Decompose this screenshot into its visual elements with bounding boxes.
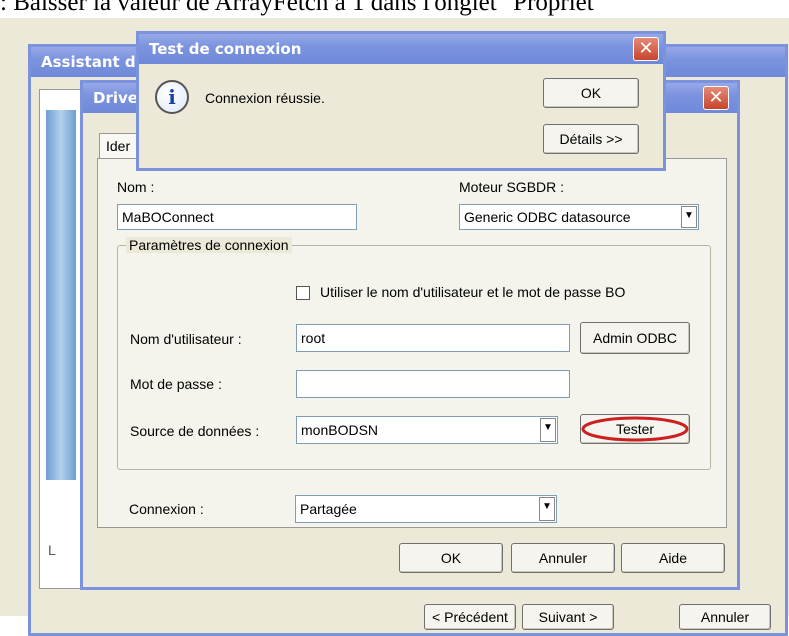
wizard-content-panel: L: [39, 89, 83, 589]
connection-label: Connexion :: [129, 501, 204, 517]
name-input[interactable]: MaBOConnect: [117, 204, 357, 230]
connection-params-group: Paramètres de connexion Utiliser le nom …: [117, 237, 711, 470]
driver-close-icon[interactable]: ✕: [703, 86, 729, 110]
wizard-side-image: [46, 110, 76, 480]
driver-ok-button[interactable]: OK: [399, 543, 503, 573]
test-title-bar: Test de connexion: [139, 34, 663, 64]
tab-label: Ider: [106, 138, 131, 154]
wizard-cancel-button[interactable]: Annuler: [679, 604, 771, 630]
admin-odbc-button[interactable]: Admin ODBC: [580, 322, 690, 354]
test-button-label: Tester: [615, 421, 655, 437]
wizard-left-label: L: [48, 542, 56, 558]
use-bo-credentials-label: Utiliser le nom d'utilisateur et le mot …: [320, 284, 626, 300]
user-label: Nom d'utilisateur :: [130, 331, 242, 347]
password-input[interactable]: [296, 370, 570, 398]
use-bo-credentials-checkbox[interactable]: [296, 286, 310, 300]
connection-params-title: Paramètres de connexion: [126, 237, 292, 253]
datasource-label: Source de données :: [130, 423, 260, 439]
wizard-next-button[interactable]: Suivant >: [522, 604, 614, 630]
name-label: Nom :: [117, 179, 155, 195]
driver-cancel-button[interactable]: Annuler: [511, 543, 615, 573]
connection-select-value: Partagée: [300, 501, 357, 517]
driver-help-button[interactable]: Aide: [621, 543, 725, 573]
test-dialog-title: Test de connexion: [149, 40, 302, 58]
test-connection-dialog: Test de connexion ✕ i Connexion réussie.…: [136, 31, 666, 171]
test-button[interactable]: Tester: [580, 414, 690, 444]
connection-select[interactable]: Partagée ▼: [295, 495, 557, 523]
datasource-select[interactable]: monBODSN ▼: [296, 416, 558, 444]
test-details-button[interactable]: Détails >>: [543, 124, 639, 154]
info-icon-glyph: i: [168, 85, 176, 109]
engine-label: Moteur SGBDR :: [459, 179, 565, 195]
user-input[interactable]: root: [296, 324, 570, 352]
engine-select[interactable]: Generic ODBC datasource ▼: [459, 204, 699, 230]
engine-select-value: Generic ODBC datasource: [464, 209, 631, 225]
datasource-select-value: monBODSN: [301, 422, 379, 438]
wizard-previous-button[interactable]: < Précédent: [424, 604, 516, 630]
desktop: Assistant d L < Précédent Suivant > Annu…: [0, 18, 789, 636]
test-ok-button[interactable]: OK: [543, 78, 639, 108]
password-label: Mot de passe :: [130, 376, 222, 392]
driver-dialog-title: Drive: [93, 89, 138, 107]
chevron-down-icon[interactable]: ▼: [539, 497, 555, 521]
info-icon: i: [155, 80, 189, 114]
test-message: Connexion réussie.: [205, 90, 325, 106]
chevron-down-icon[interactable]: ▼: [540, 418, 556, 442]
test-close-icon[interactable]: ✕: [633, 37, 659, 61]
chevron-down-icon[interactable]: ▼: [681, 206, 697, 228]
wizard-title: Assistant d: [41, 53, 136, 71]
instruction-text: : Baisser la valeur de ArrayFetch à 1 da…: [0, 0, 594, 16]
